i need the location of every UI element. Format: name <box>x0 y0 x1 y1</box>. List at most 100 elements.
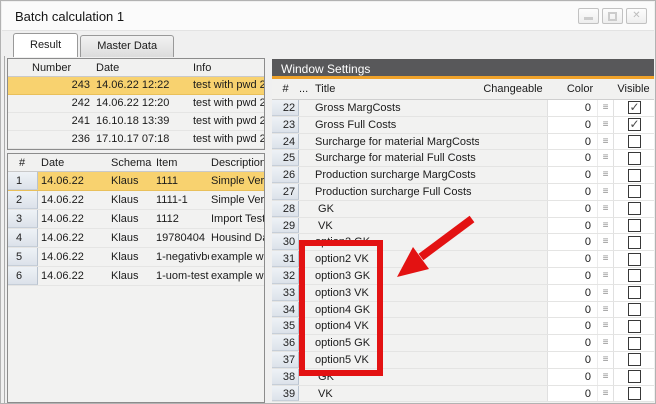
setting-row[interactable]: 27Production surcharge Full Costs0≡ <box>272 184 654 201</box>
color-menu-button[interactable]: ≡ <box>597 167 613 183</box>
color-menu-button[interactable]: ≡ <box>597 352 613 368</box>
row-number[interactable]: 33 <box>272 285 299 301</box>
row-number[interactable]: 35 <box>272 318 299 334</box>
color-value-field[interactable]: 0 <box>547 184 597 200</box>
color-menu-button[interactable]: ≡ <box>597 318 613 334</box>
setting-row[interactable]: 32option3 GK0≡ <box>272 268 654 285</box>
color-menu-button[interactable]: ≡ <box>597 184 613 200</box>
setting-row[interactable]: 31option2 VK0≡ <box>272 251 654 268</box>
row-header[interactable]: 5 <box>8 248 38 266</box>
row-header[interactable]: 1 <box>8 172 38 190</box>
visible-checkbox[interactable] <box>628 337 641 350</box>
color-value-field[interactable]: 0 <box>547 201 597 217</box>
visible-checkbox[interactable] <box>628 101 641 114</box>
color-menu-button[interactable]: ≡ <box>597 201 613 217</box>
color-value-field[interactable]: 0 <box>547 335 597 351</box>
row-number[interactable]: 23 <box>272 117 299 133</box>
row-header[interactable]: 4 <box>8 229 38 247</box>
batch-row[interactable]: 24214.06.22 12:20test with pwd 2 <box>8 95 264 113</box>
item-row[interactable]: 614.06.22Klaus1-uom-testexample with <box>8 267 264 286</box>
batch-row[interactable]: 23617.10.17 07:18test with pwd 2 <box>8 131 264 149</box>
row-number[interactable]: 32 <box>272 268 299 284</box>
setting-row[interactable]: 28 GK0≡ <box>272 201 654 218</box>
item-row[interactable]: 314.06.22Klaus1112Import Test <box>8 210 264 229</box>
visible-checkbox[interactable] <box>628 219 641 232</box>
row-number[interactable]: 29 <box>272 218 299 234</box>
row-number[interactable]: 24 <box>272 134 299 150</box>
color-value-field[interactable]: 0 <box>547 268 597 284</box>
tab-master-data[interactable]: Master Data <box>80 35 174 57</box>
setting-row[interactable]: 26Production surcharge MargCosts0≡ <box>272 167 654 184</box>
color-menu-button[interactable]: ≡ <box>597 218 613 234</box>
row-number[interactable]: 25 <box>272 150 299 166</box>
visible-checkbox[interactable] <box>628 152 641 165</box>
color-menu-button[interactable]: ≡ <box>597 134 613 150</box>
visible-checkbox[interactable] <box>628 253 641 266</box>
color-value-field[interactable]: 0 <box>547 234 597 250</box>
color-menu-button[interactable]: ≡ <box>597 100 613 116</box>
row-number[interactable]: 31 <box>272 251 299 267</box>
color-value-field[interactable]: 0 <box>547 352 597 368</box>
item-row[interactable]: 114.06.22Klaus1111Simple Version <box>8 172 264 191</box>
visible-checkbox[interactable] <box>628 169 641 182</box>
visible-checkbox[interactable] <box>628 118 641 131</box>
maximize-button[interactable] <box>602 8 623 24</box>
visible-checkbox[interactable] <box>628 286 641 299</box>
batch-row[interactable]: 24314.06.22 12:22test with pwd 2 <box>8 77 264 95</box>
visible-checkbox[interactable] <box>628 236 641 249</box>
minimize-button[interactable] <box>578 8 599 24</box>
visible-checkbox[interactable] <box>628 135 641 148</box>
row-header[interactable]: 2 <box>8 191 38 209</box>
setting-row[interactable]: 22Gross MargCosts0≡ <box>272 100 654 117</box>
setting-row[interactable]: 30option2 GK0≡ <box>272 234 654 251</box>
batch-row[interactable]: 24116.10.18 13:39test with pwd 2 <box>8 113 264 131</box>
color-menu-button[interactable]: ≡ <box>597 386 613 402</box>
row-number[interactable]: 27 <box>272 184 299 200</box>
setting-row[interactable]: 25Surcharge for material Full Costs0≡ <box>272 150 654 167</box>
color-menu-button[interactable]: ≡ <box>597 285 613 301</box>
item-row[interactable]: 514.06.22Klaus1-negativbcexample with <box>8 248 264 267</box>
color-menu-button[interactable]: ≡ <box>597 117 613 133</box>
row-number[interactable]: 38 <box>272 369 299 385</box>
color-menu-button[interactable]: ≡ <box>597 369 613 385</box>
setting-row[interactable]: 23Gross Full Costs0≡ <box>272 117 654 134</box>
visible-checkbox[interactable] <box>628 185 641 198</box>
close-button[interactable]: ✕ <box>626 8 647 24</box>
row-header[interactable]: 6 <box>8 267 38 285</box>
color-value-field[interactable]: 0 <box>547 150 597 166</box>
item-row[interactable]: 214.06.22Klaus1111-1Simple Version <box>8 191 264 210</box>
visible-checkbox[interactable] <box>628 269 641 282</box>
color-value-field[interactable]: 0 <box>547 117 597 133</box>
visible-checkbox[interactable] <box>628 320 641 333</box>
color-value-field[interactable]: 0 <box>547 318 597 334</box>
color-menu-button[interactable]: ≡ <box>597 335 613 351</box>
row-number[interactable]: 39 <box>272 386 299 402</box>
color-menu-button[interactable]: ≡ <box>597 251 613 267</box>
visible-checkbox[interactable] <box>628 370 641 383</box>
row-number[interactable]: 30 <box>272 234 299 250</box>
row-header[interactable]: 3 <box>8 210 38 228</box>
row-number[interactable]: 36 <box>272 335 299 351</box>
color-value-field[interactable]: 0 <box>547 369 597 385</box>
row-number[interactable]: 37 <box>272 352 299 368</box>
color-menu-button[interactable]: ≡ <box>597 302 613 318</box>
color-value-field[interactable]: 0 <box>547 167 597 183</box>
titlebar[interactable]: Batch calculation 1 ✕ <box>2 2 654 31</box>
color-menu-button[interactable]: ≡ <box>597 150 613 166</box>
color-value-field[interactable]: 0 <box>547 218 597 234</box>
color-value-field[interactable]: 0 <box>547 100 597 116</box>
color-value-field[interactable]: 0 <box>547 285 597 301</box>
row-number[interactable]: 22 <box>272 100 299 116</box>
color-menu-button[interactable]: ≡ <box>597 268 613 284</box>
row-number[interactable]: 34 <box>272 302 299 318</box>
setting-row[interactable]: 29 VK0≡ <box>272 218 654 235</box>
setting-row[interactable]: 34option4 GK0≡ <box>272 302 654 319</box>
setting-row[interactable]: 24Surcharge for material MargCosts0≡ <box>272 134 654 151</box>
row-number[interactable]: 28 <box>272 201 299 217</box>
color-value-field[interactable]: 0 <box>547 386 597 402</box>
setting-row[interactable]: 33option3 VK0≡ <box>272 285 654 302</box>
setting-row[interactable]: 35option4 VK0≡ <box>272 318 654 335</box>
color-value-field[interactable]: 0 <box>547 302 597 318</box>
setting-row[interactable]: 37option5 VK0≡ <box>272 352 654 369</box>
color-menu-button[interactable]: ≡ <box>597 234 613 250</box>
